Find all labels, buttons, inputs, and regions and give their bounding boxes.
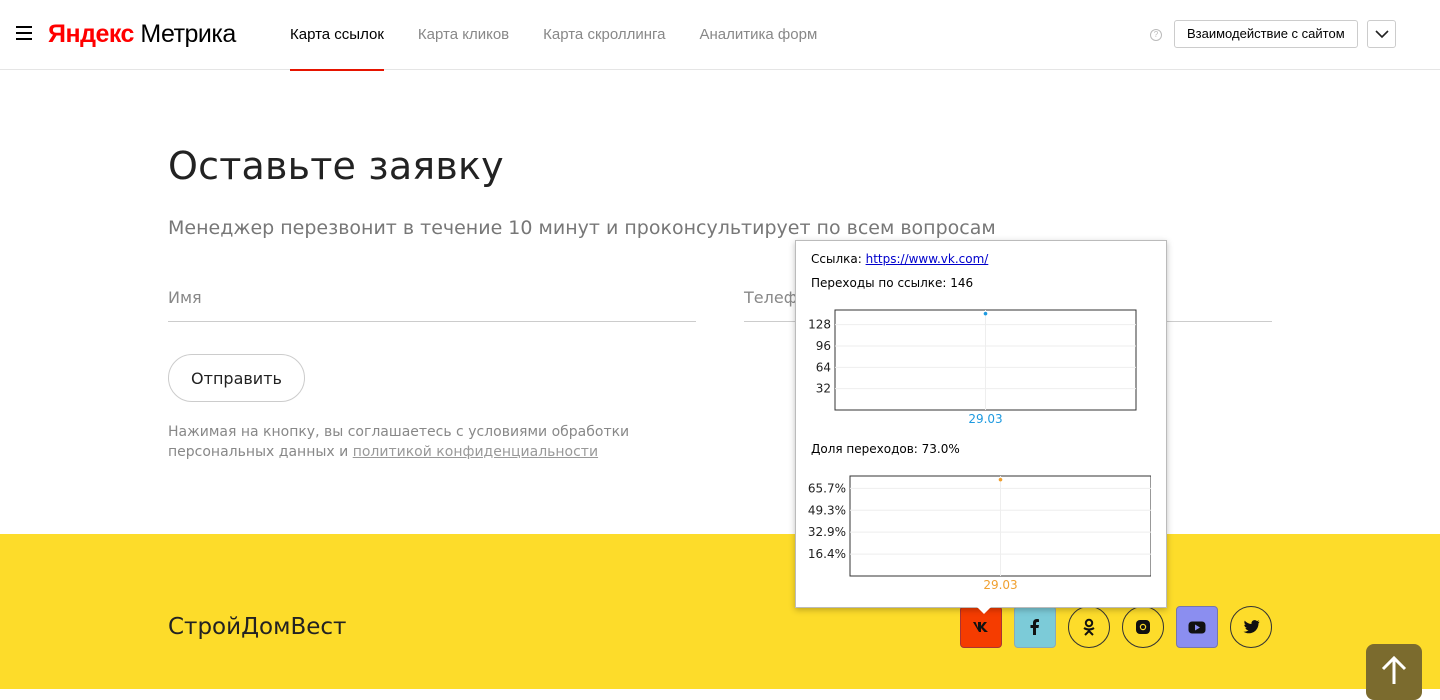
clicks-chart: 32 64 96 128 29.03 — [808, 309, 1137, 426]
footer-brand: СтройДомВест — [168, 614, 347, 640]
odnoklassniki-icon[interactable] — [1068, 606, 1110, 648]
arrow-up-icon — [1381, 656, 1407, 684]
tooltip-share: Доля переходов: 73.0% — [811, 442, 960, 456]
y-tick-label: 65.7% — [808, 481, 846, 495]
share-chart: 16.4% 32.9% 49.3% 65.7% 29.03 — [808, 475, 1151, 592]
tooltip-link-url[interactable]: https://www.vk.com/ — [866, 252, 989, 266]
logo[interactable]: Яндекс Метрика — [48, 20, 236, 49]
y-tick-label: 32 — [816, 382, 831, 396]
tooltip-link-label: Ссылка: — [811, 252, 866, 266]
menu-icon[interactable] — [16, 26, 32, 40]
link-stats-tooltip: Ссылка: https://www.vk.com/ Переходы по … — [795, 240, 1167, 608]
y-tick-label: 64 — [816, 360, 831, 374]
tooltip-link-row: Ссылка: https://www.vk.com/ — [811, 252, 988, 266]
chevron-down-icon — [1375, 30, 1389, 39]
logo-product: Метрика — [140, 20, 236, 48]
instagram-icon[interactable] — [1122, 606, 1164, 648]
name-field[interactable]: Имя — [168, 280, 696, 322]
footer: СтройДомВест — [0, 534, 1440, 700]
tab-click-map[interactable]: Карта кликов — [418, 0, 509, 70]
tab-form-analytics[interactable]: Аналитика форм — [700, 0, 818, 70]
y-tick-label: 128 — [808, 318, 831, 332]
scroll-to-top-button[interactable] — [1366, 644, 1422, 700]
data-point[interactable] — [998, 477, 1003, 482]
tab-scroll-map[interactable]: Карта скроллинга — [543, 0, 665, 70]
report-tabs: Карта ссылок Карта кликов Карта скроллин… — [290, 0, 851, 71]
page-title: Оставьте заявку — [168, 144, 504, 188]
consent-text: Нажимая на кнопку, вы соглашаетесь с усл… — [168, 422, 728, 462]
privacy-policy-link[interactable]: политикой конфиденциальности — [353, 444, 598, 460]
page-subtitle: Менеджер перезвонит в течение 10 минут и… — [168, 217, 996, 239]
x-tick-label: 29.03 — [968, 412, 1002, 426]
dropdown-button[interactable] — [1367, 20, 1396, 48]
y-tick-label: 49.3% — [808, 503, 846, 517]
tooltip-pointer — [976, 606, 992, 614]
twitter-icon[interactable] — [1230, 606, 1272, 648]
submit-button[interactable]: Отправить — [168, 354, 305, 402]
help-icon[interactable]: ? — [1150, 29, 1162, 41]
site-interaction-button[interactable]: Взаимодействие с сайтом — [1174, 20, 1358, 48]
top-bar: Яндекс Метрика Карта ссылок Карта кликов… — [0, 0, 1440, 71]
y-tick-label: 96 — [816, 339, 831, 353]
data-point[interactable] — [983, 311, 988, 316]
y-tick-label: 16.4% — [808, 547, 846, 561]
x-tick-label: 29.03 — [983, 578, 1017, 592]
logo-brand: Яндекс — [48, 20, 134, 48]
facebook-icon[interactable] — [1014, 606, 1056, 648]
tab-link-map[interactable]: Карта ссылок — [290, 0, 384, 71]
tooltip-clicks: Переходы по ссылке: 146 — [811, 276, 974, 290]
y-tick-label: 32.9% — [808, 525, 846, 539]
youtube-icon[interactable] — [1176, 606, 1218, 648]
